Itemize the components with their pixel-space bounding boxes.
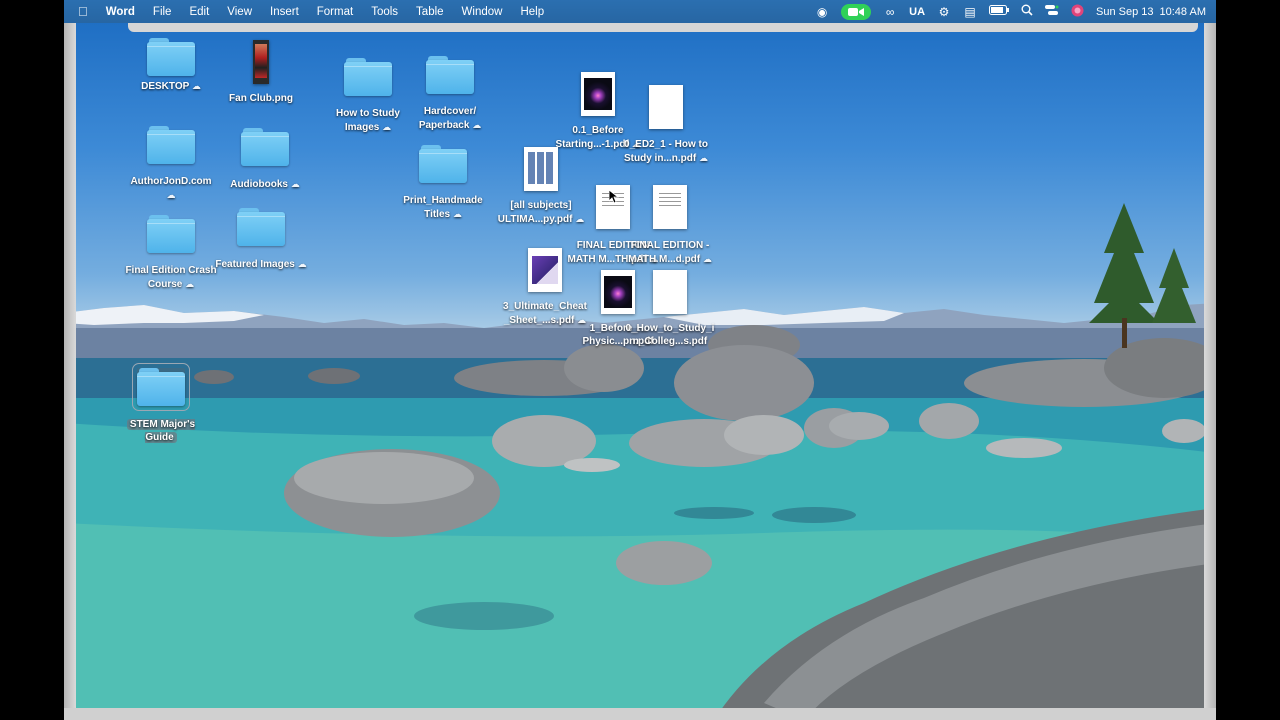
desktop-folder-authorjond[interactable]: AuthorJonD.com ☁ [125, 126, 217, 202]
desktop-screen:  Word File Edit View Insert Format Tool… [64, 0, 1216, 720]
icon-label: Featured Images [215, 259, 295, 270]
icloud-icon: ☁ [191, 81, 201, 91]
desktop-folder-print-handmade[interactable]: Print_Handmade Titles ☁ [397, 145, 489, 221]
folder-icon [237, 208, 285, 246]
icon-label: Print_Handmade Titles [403, 195, 483, 220]
pdf-file-icon [653, 185, 687, 229]
search-icon[interactable] [1021, 4, 1033, 19]
icon-label: Final Edition Crash Course [125, 265, 217, 290]
desktop-folder-hardcover[interactable]: Hardcover/ Paperback ☁ [404, 56, 496, 132]
desktop-file-ed2-how-to-study[interactable]: 0_ED2_1 - How to Study in...n.pdf ☁ [620, 85, 712, 165]
icloud-icon: ☁ [452, 208, 462, 219]
clock-date[interactable]: Sun Sep 13 [1096, 6, 1154, 18]
desktop-folder-audiobooks[interactable]: Audiobooks ☁ [219, 128, 311, 192]
icloud-icon: ☁ [382, 121, 392, 132]
icon-label: Fan Club.png [229, 93, 293, 104]
folder-icon [147, 38, 195, 76]
folder-icon [147, 126, 195, 164]
desktop-folder-how-to-study-images[interactable]: How to Study Images ☁ [322, 58, 414, 134]
pdf-file-icon [649, 85, 683, 129]
siri-icon[interactable] [1071, 4, 1084, 20]
desktop-folder-final-crash[interactable]: Final Edition Crash Course ☁ [125, 215, 217, 291]
desktop-folder-featured[interactable]: Featured Images ☁ [215, 208, 307, 272]
pdf-file-icon [528, 248, 562, 292]
icon-label: 0.1_Before Starting...-1.pdf [555, 125, 629, 150]
pdf-file-icon [524, 147, 558, 191]
folder-icon [426, 56, 474, 94]
icon-label: FINAL EDITION - MATH M...d.pdf [628, 240, 710, 265]
gear-icon[interactable]: ⚙ [937, 5, 951, 19]
menu-window[interactable]: Window [453, 6, 512, 18]
icon-label: [all subjects] ULTIMA...py.pdf [497, 200, 573, 225]
record-icon[interactable]: ◉ [815, 5, 829, 19]
apple-menu-icon[interactable]:  [64, 4, 97, 19]
menu-table[interactable]: Table [407, 6, 453, 18]
desktop-file-how-to-study-college[interactable]: 0_How_to_Study_i n_Colleg...s.pdf [624, 270, 716, 348]
icon-label: DESKTOP [141, 81, 190, 92]
pdf-file-icon [581, 72, 615, 116]
window-edge-bottom [64, 708, 1216, 720]
folder-icon [147, 215, 195, 253]
icon-label: 0_ED2_1 - How to Study in...n.pdf [624, 139, 708, 164]
window-titlebar-fragment [128, 23, 1198, 32]
folder-icon [419, 145, 467, 183]
folder-icon [241, 128, 289, 166]
menu-file[interactable]: File [144, 6, 181, 18]
menu-view[interactable]: View [218, 6, 261, 18]
image-file-icon [253, 40, 269, 84]
window-edge-right [1204, 23, 1216, 720]
control-center-icon[interactable] [1045, 4, 1059, 19]
menu-help[interactable]: Help [511, 6, 553, 18]
mouse-pointer-icon [609, 190, 619, 204]
menu-edit[interactable]: Edit [180, 6, 218, 18]
desktop-folder-desktop[interactable]: DESKTOP ☁ [125, 38, 217, 94]
menu-tools[interactable]: Tools [362, 6, 407, 18]
icloud-icon: ☁ [166, 189, 176, 200]
menu-bar:  Word File Edit View Insert Format Tool… [64, 0, 1216, 23]
facetime-camera-icon[interactable] [841, 3, 872, 20]
icloud-icon: ☁ [699, 152, 708, 163]
desktop-folder-stem-guide[interactable]: STEM Major's Guide [115, 363, 207, 444]
icon-label: Hardcover/ Paperback [418, 106, 477, 131]
icon-label: Audiobooks [230, 179, 288, 190]
clock-time[interactable]: 10:48 AM [1160, 6, 1206, 18]
input-source[interactable]: UA [909, 6, 925, 18]
icon-label: 0_How_to_Study_i n_Colleg...s.pdf [625, 323, 715, 347]
display-icon[interactable]: ▤ [963, 5, 977, 19]
pdf-file-icon [653, 270, 687, 314]
desktop-file-fan-club[interactable]: Fan Club.png [215, 40, 307, 106]
app-menu-word[interactable]: Word [97, 6, 144, 18]
battery-icon[interactable] [989, 5, 1010, 18]
icon-label: STEM Major's Guide [126, 419, 196, 443]
folder-icon [344, 58, 392, 96]
folder-icon [132, 363, 190, 411]
menu-insert[interactable]: Insert [261, 6, 308, 18]
icon-label: AuthorJonD.com [130, 176, 212, 187]
icloud-icon: ☁ [185, 278, 195, 289]
window-edge-left [64, 23, 76, 720]
desktop-file-final-math-d[interactable]: FINAL EDITION - MATH M...d.pdf ☁ [624, 185, 716, 266]
icloud-icon: ☁ [297, 259, 307, 269]
icloud-icon: ☁ [290, 179, 300, 189]
icloud-icon: ☁ [702, 253, 712, 264]
menu-format[interactable]: Format [308, 6, 362, 18]
icloud-icon: ☁ [472, 119, 482, 130]
creative-cloud-icon[interactable]: ∞ [883, 5, 897, 19]
menu-extras: ◉ ∞ UA ⚙ ▤ Sun Sep 13 10:48 AM [815, 0, 1206, 23]
